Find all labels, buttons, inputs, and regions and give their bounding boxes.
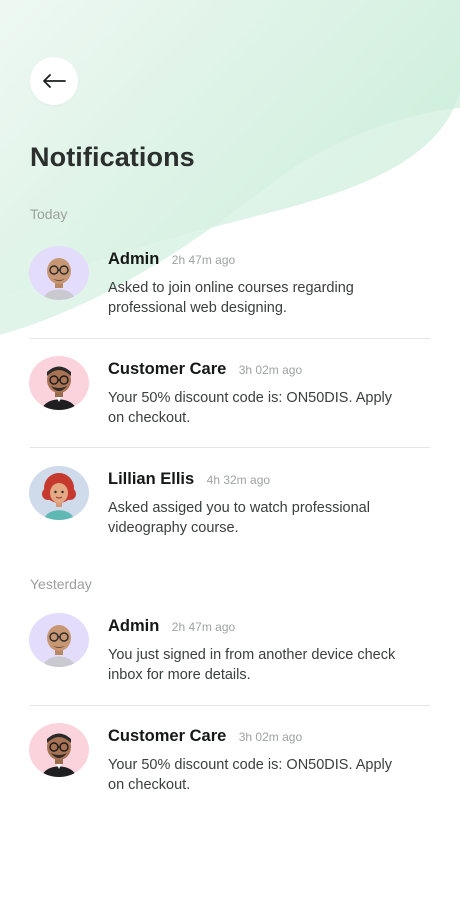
notification-time: 2h 47m ago — [171, 620, 236, 634]
notification-item[interactable]: Admin 2h 47m ago You just signed in from… — [0, 603, 460, 713]
notification-item[interactable]: Customer Care 3h 02m ago Your 50% discou… — [0, 346, 460, 456]
section-label-today: Today — [30, 206, 68, 222]
notification-sender: Customer Care — [108, 727, 227, 745]
notification-time: 3h 02m ago — [238, 363, 303, 377]
notification-message: You just signed in from another device c… — [108, 647, 396, 683]
notification-item[interactable]: Admin 2h 47m ago Asked to join online co… — [0, 236, 460, 346]
customer-care-avatar — [29, 356, 89, 410]
lillian-avatar — [29, 466, 89, 520]
notification-item[interactable]: Customer Care 3h 02m ago Your 50% discou… — [0, 713, 460, 823]
notification-item[interactable]: Lillian Ellis 4h 32m ago Asked assiged y… — [0, 456, 460, 566]
arrow-left-icon — [43, 74, 66, 88]
admin-avatar — [29, 246, 89, 300]
divider — [30, 705, 430, 706]
back-button[interactable] — [30, 57, 78, 105]
divider — [30, 447, 430, 448]
notification-message: Your 50% discount code is: ON50DIS. Appl… — [108, 390, 392, 426]
notification-sender: Lillian Ellis — [108, 470, 195, 488]
notification-time: 2h 47m ago — [171, 253, 236, 267]
divider — [30, 338, 430, 339]
customer-care-avatar — [29, 723, 89, 777]
notification-time: 3h 02m ago — [238, 730, 303, 744]
section-label-yesterday: Yesterday — [30, 576, 92, 592]
notification-message: Asked assiged you to watch professional … — [108, 500, 370, 536]
admin-avatar — [29, 613, 89, 667]
notification-sender: Customer Care — [108, 360, 227, 378]
notification-time: 4h 32m ago — [206, 473, 271, 487]
page-title: Notifications — [30, 142, 195, 172]
notification-message: Asked to join online courses regarding p… — [108, 280, 354, 316]
notification-message: Your 50% discount code is: ON50DIS. Appl… — [108, 757, 392, 793]
notification-sender: Admin — [108, 250, 160, 268]
notification-sender: Admin — [108, 617, 160, 635]
